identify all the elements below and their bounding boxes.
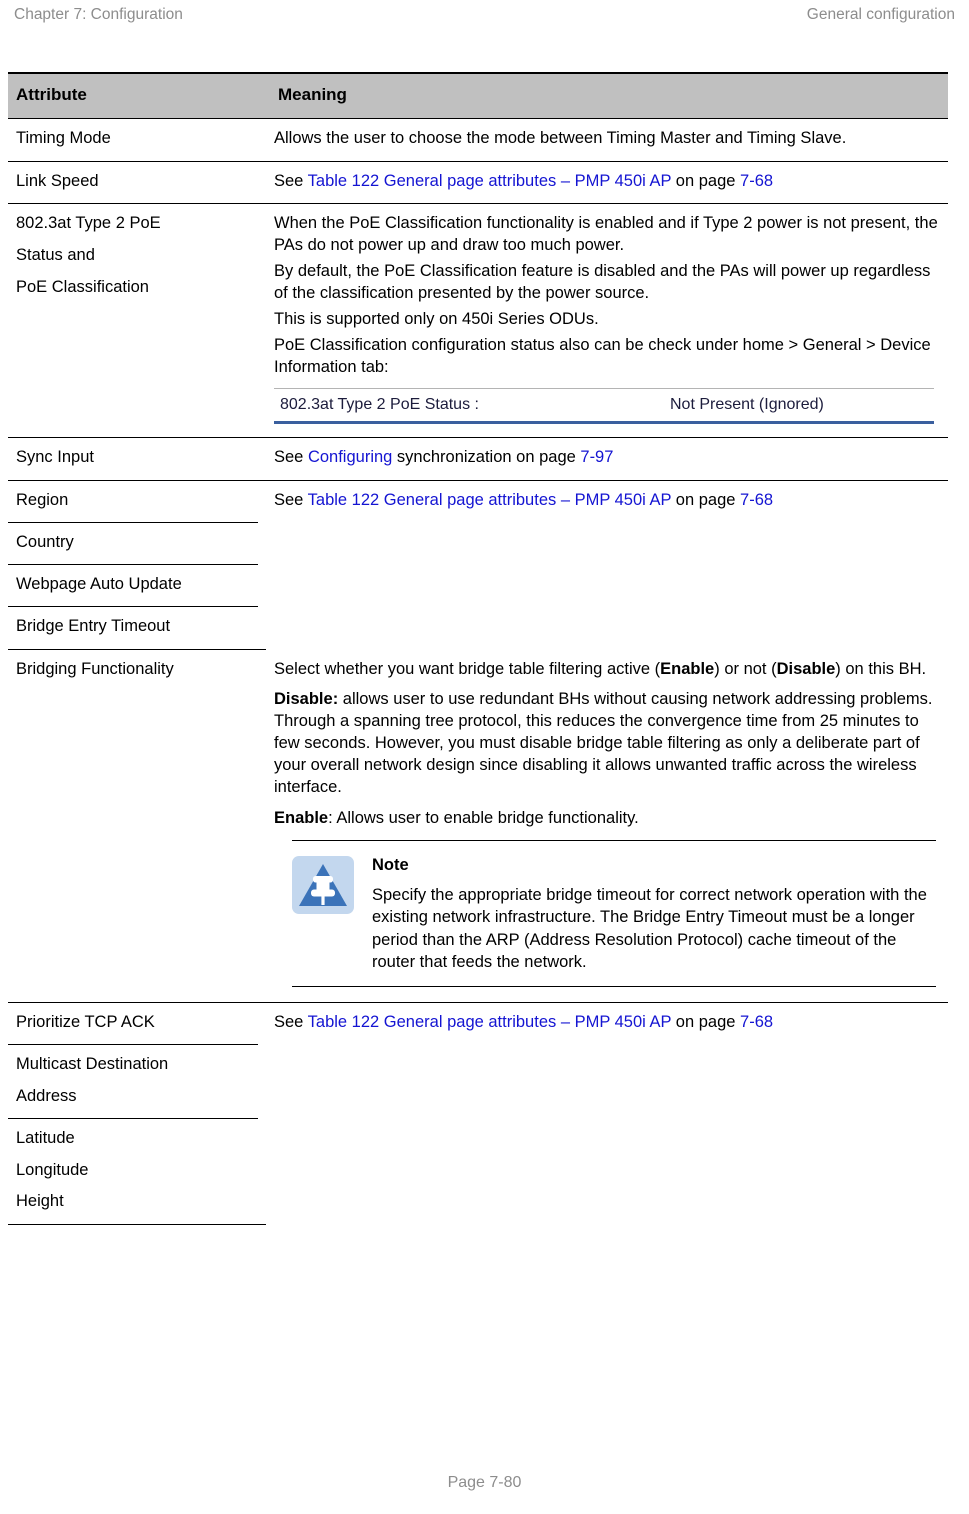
attribute-bridge-entry-timeout: Bridge Entry Timeout <box>8 607 266 651</box>
note-pushpin-icon <box>292 856 354 915</box>
on-page-text: on page <box>671 491 741 510</box>
poe-paragraph-1: When the PoE Classification functionalit… <box>274 214 938 255</box>
bridging-paragraph-3: Enable: Allows user to enable bridge fun… <box>274 808 938 830</box>
cross-reference-link[interactable]: Table 122 General page attributes – PMP … <box>308 1013 672 1031</box>
see-text: See <box>274 1012 308 1031</box>
cross-reference-link[interactable]: Configuring <box>308 448 392 466</box>
column-header-attribute: Attribute <box>8 71 266 119</box>
table-row: Region See Table 122 General page attrib… <box>8 481 948 524</box>
meaning-bridging-functionality: Select whether you want bridge table fil… <box>266 649 948 1003</box>
table-row: Prioritize TCP ACK See Table 122 General… <box>8 1002 948 1045</box>
poe-status-value: Not Present (Ignored) <box>670 396 824 414</box>
table-header-row: Attribute Meaning <box>8 71 948 119</box>
attribute-bridging-functionality: Bridging Functionality <box>8 649 266 1003</box>
bridging-p2-text: allows user to use redundant BHs without… <box>274 690 933 797</box>
bridging-p3-label: Enable <box>274 809 329 828</box>
poe-paragraph-3: This is supported only on 450i Series OD… <box>274 310 599 329</box>
table-row: Link Speed See Table 122 General page at… <box>8 161 948 205</box>
attribute-webpage-auto-update: Webpage Auto Update <box>8 565 266 608</box>
bridging-p1-a: Select whether you want bridge table fil… <box>274 659 661 678</box>
attribute-region: Region <box>8 481 266 524</box>
table-row: Sync Input See Configuring synchronizati… <box>8 437 948 482</box>
note-title: Note <box>372 856 409 875</box>
attribute-location-group: Latitude Longitude Height <box>8 1118 266 1226</box>
running-header-section: General configuration <box>806 6 955 23</box>
attribute-line-1: Multicast Destination <box>16 1054 169 1073</box>
page-footer: Page 7-80 <box>447 1474 522 1491</box>
attribute-height: Height <box>16 1192 64 1211</box>
attribute-country: Country <box>8 523 266 566</box>
meaning-sync-input: See Configuring synchronization on page … <box>266 437 948 482</box>
see-text: See <box>274 491 308 510</box>
meaning-poe-status-classification: When the PoE Classification functionalit… <box>266 203 948 439</box>
on-page-text: on page <box>671 1012 741 1031</box>
meaning-general-attributes-group-2: See Table 122 General page attributes – … <box>266 1002 948 1225</box>
attribute-latitude: Latitude <box>16 1128 75 1147</box>
see-text: See <box>274 171 308 190</box>
table-row: Bridging Functionality Select whether yo… <box>8 649 948 1003</box>
bridging-p1-c: ) or not ( <box>714 659 777 678</box>
meaning-link-speed: See Table 122 General page attributes – … <box>266 161 948 205</box>
bridging-p2-label: Disable: <box>274 690 339 709</box>
on-page-text: on page <box>671 171 741 190</box>
attribute-line-2: Address <box>16 1086 77 1105</box>
meaning-timing-mode: Allows the user to choose the mode betwe… <box>266 118 948 162</box>
note-body: Note Specify the appropriate bridge time… <box>372 854 936 974</box>
page-reference-link[interactable]: 7-68 <box>740 1013 773 1031</box>
page-reference-link[interactable]: 7-68 <box>740 172 773 190</box>
table-row: 802.3at Type 2 PoE Status and PoE Classi… <box>8 203 948 439</box>
device-information-screenshot: 802.3at Type 2 PoE Status : Not Present … <box>274 388 934 425</box>
page-reference-link[interactable]: 7-68 <box>740 491 773 509</box>
note-admonition: Note Specify the appropriate bridge time… <box>292 840 936 987</box>
bridging-p1-e: ) on this BH. <box>835 659 927 678</box>
attribute-prioritize-tcp-ack: Prioritize TCP ACK <box>8 1002 266 1045</box>
bridging-p1-enable: Enable <box>660 659 715 678</box>
attributes-table: Attribute Meaning Timing Mode Allows the… <box>8 71 948 1226</box>
attribute-line-2: Status and <box>16 246 95 265</box>
attribute-line-1: 802.3at Type 2 PoE <box>16 214 161 233</box>
bridging-paragraph-2: Disable: allows user to use redundant BH… <box>274 689 938 799</box>
page-reference-link[interactable]: 7-97 <box>580 448 613 466</box>
poe-paragraph-4: PoE Classification configuration status … <box>274 336 931 377</box>
attribute-poe-status-classification: 802.3at Type 2 PoE Status and PoE Classi… <box>8 203 266 439</box>
table-row: Timing Mode Allows the user to choose th… <box>8 118 948 162</box>
column-header-meaning: Meaning <box>266 71 948 119</box>
attribute-sync-input: Sync Input <box>8 437 266 482</box>
cross-reference-link[interactable]: Table 122 General page attributes – PMP … <box>308 491 672 509</box>
poe-status-label: 802.3at Type 2 PoE Status : <box>274 389 656 422</box>
attribute-multicast-destination-address: Multicast Destination Address <box>8 1045 266 1119</box>
running-header: Chapter 7: Configuration General configu… <box>0 0 969 26</box>
on-page-text: synchronization on page <box>392 448 581 467</box>
note-text: Specify the appropriate bridge timeout f… <box>372 886 927 972</box>
meaning-general-attributes-group-1: See Table 122 General page attributes – … <box>266 481 948 650</box>
bridging-p3-text: : Allows user to enable bridge functiona… <box>328 809 639 828</box>
cross-reference-link[interactable]: Table 122 General page attributes – PMP … <box>308 172 672 190</box>
see-text: See <box>274 448 308 467</box>
bridging-p1-disable: Disable <box>776 659 836 678</box>
bridging-paragraph-1: Select whether you want bridge table fil… <box>274 659 938 681</box>
attribute-longitude: Longitude <box>16 1160 89 1179</box>
attributes-table-wrapper: Attribute Meaning Timing Mode Allows the… <box>8 71 948 1226</box>
poe-paragraph-2: By default, the PoE Classification featu… <box>274 262 931 303</box>
attribute-line-3: PoE Classification <box>16 278 149 297</box>
attribute-timing-mode: Timing Mode <box>8 118 266 162</box>
running-header-chapter: Chapter 7: Configuration <box>14 6 183 23</box>
attribute-link-speed: Link Speed <box>8 161 266 205</box>
